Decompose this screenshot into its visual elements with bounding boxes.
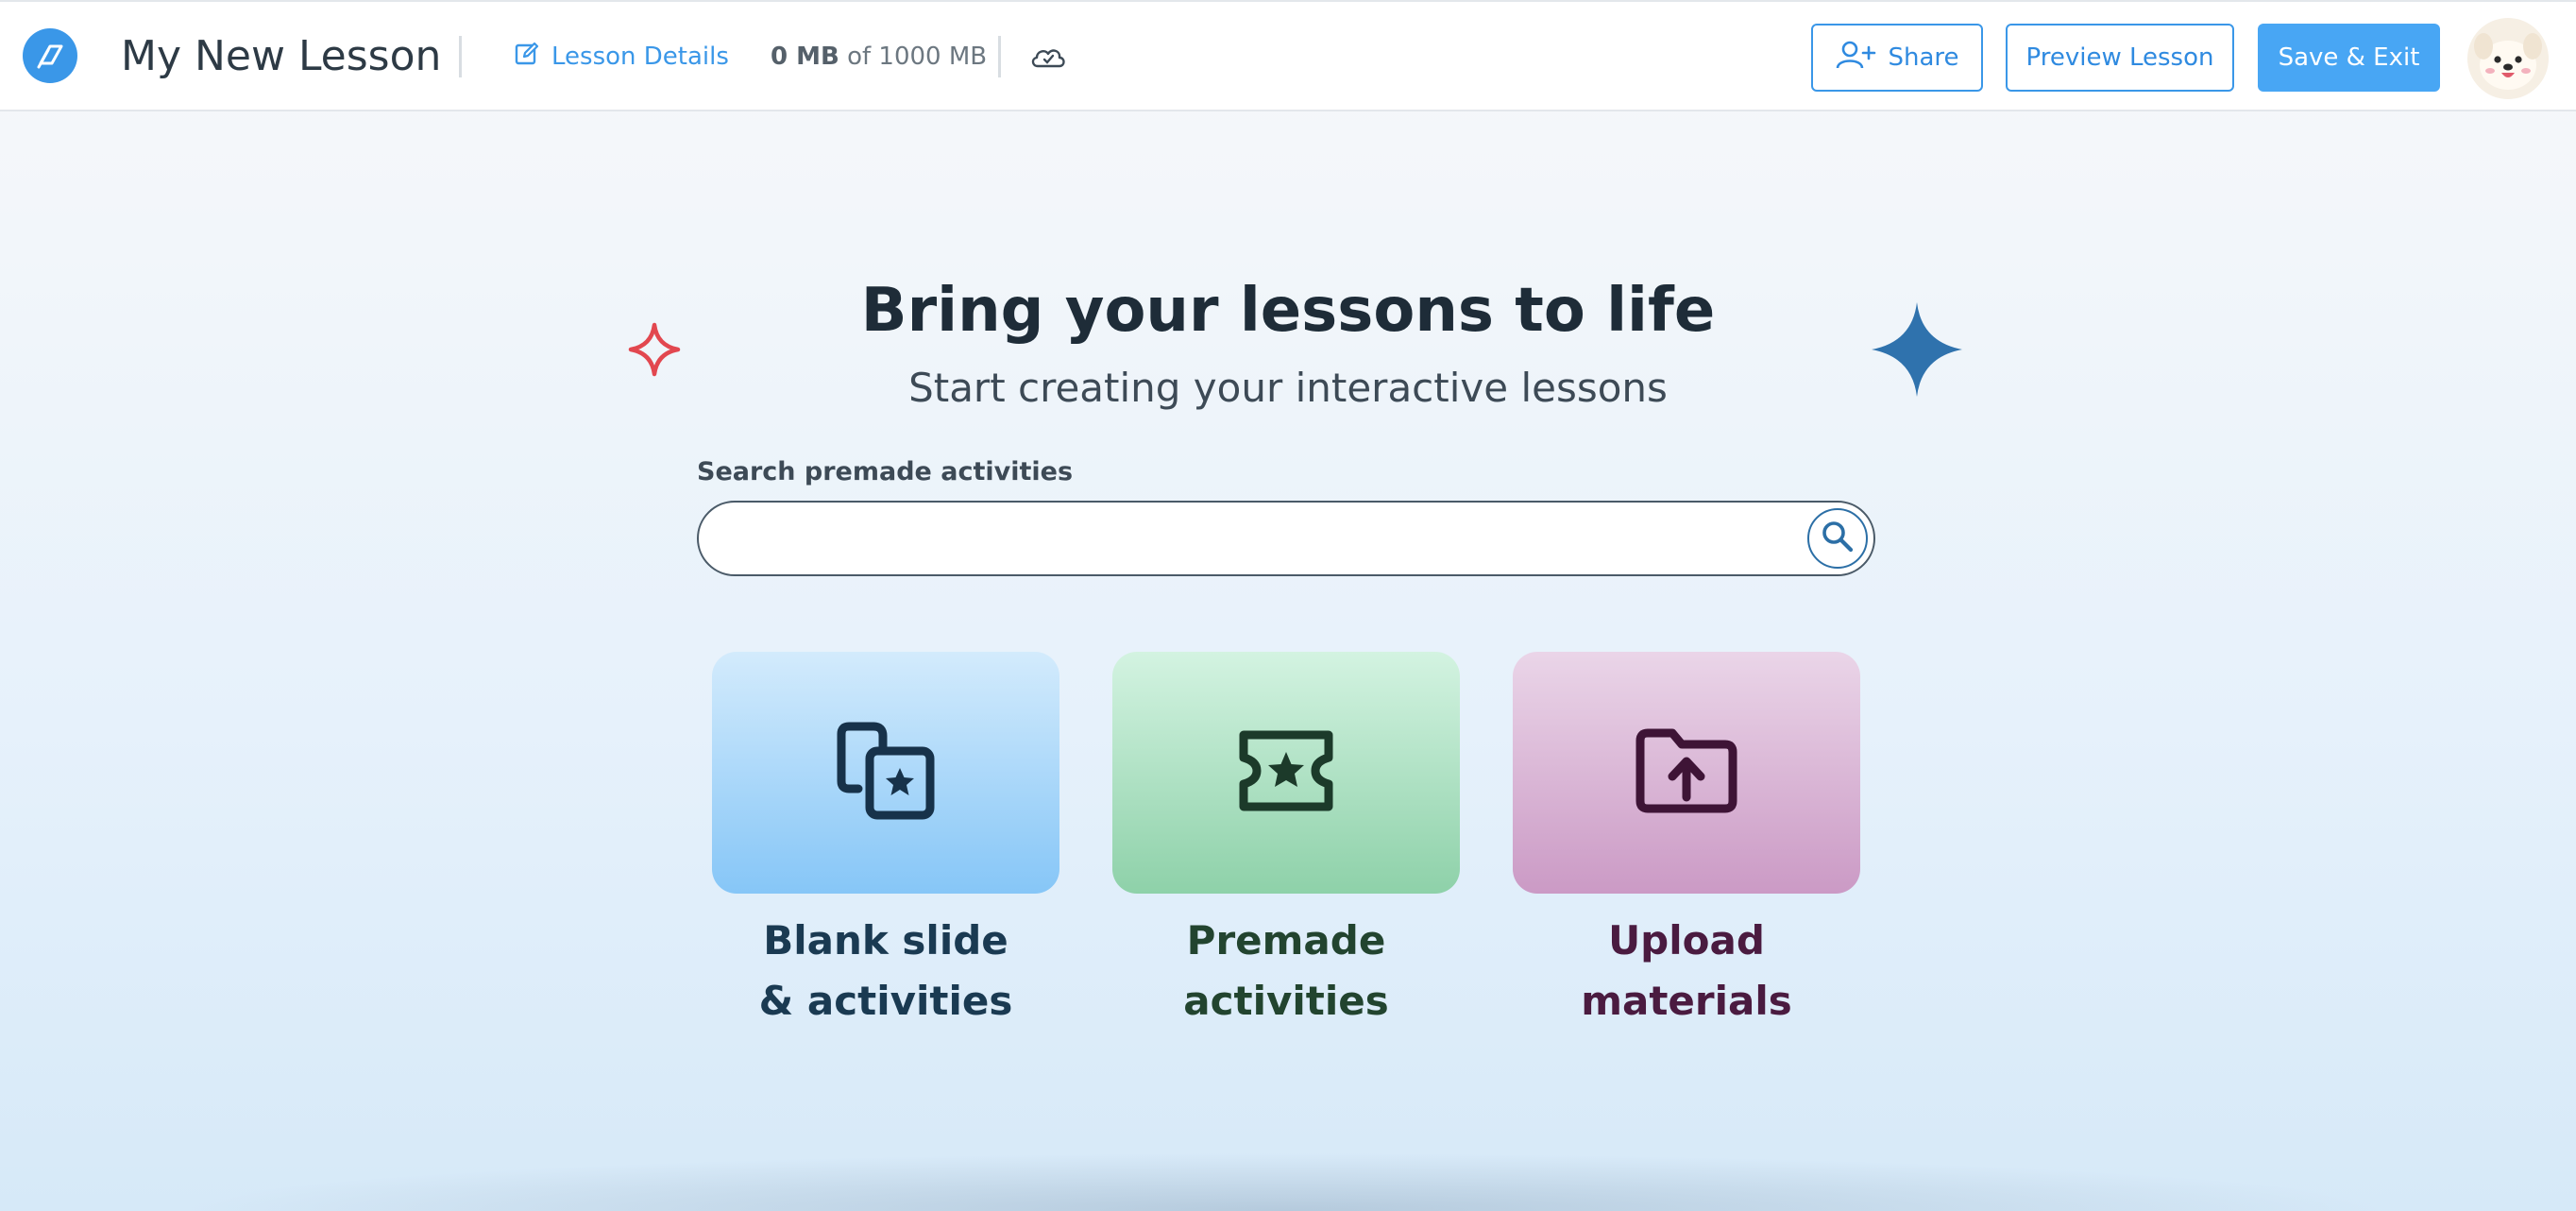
slides-star-icon (830, 715, 941, 830)
premade-activities-card[interactable]: Premade activities (1112, 652, 1460, 1032)
folder-upload-icon (1631, 724, 1742, 822)
blank-slide-label: Blank slide & activities (712, 911, 1059, 1032)
save-exit-button[interactable]: Save & Exit (2258, 24, 2440, 92)
lesson-details-label: Lesson Details (551, 43, 729, 71)
bottom-shadow (170, 1152, 2398, 1211)
ticket-star-icon (1230, 724, 1342, 822)
cloud-saved-icon (1029, 40, 1067, 74)
card-label-line: activities (1183, 978, 1389, 1024)
card-label-line: & activities (758, 978, 1013, 1024)
card-label-line: Blank slide (763, 917, 1008, 964)
edit-icon (514, 41, 540, 74)
card-label-line: materials (1581, 978, 1792, 1024)
user-avatar[interactable] (2467, 18, 2549, 99)
blank-slide-card[interactable]: Blank slide & activities (712, 652, 1059, 1032)
storage-used: 0 MB (771, 43, 839, 71)
upload-materials-label: Upload materials (1513, 911, 1860, 1032)
upload-materials-card[interactable]: Upload materials (1513, 652, 1860, 1032)
storage-total: of 1000 MB (847, 43, 988, 71)
hero-title: Bring your lessons to life (860, 276, 1716, 346)
premade-activities-label: Premade activities (1112, 911, 1460, 1032)
storage-indicator: 0 MB of 1000 MB (771, 36, 987, 77)
card-label-line: Premade (1186, 917, 1386, 964)
add-user-icon (1835, 40, 1876, 77)
share-label: Share (1888, 43, 1959, 72)
app-logo-icon[interactable] (23, 28, 77, 83)
lesson-details-link[interactable]: Lesson Details (514, 36, 729, 77)
search-input[interactable] (727, 512, 1766, 565)
divider (459, 36, 462, 77)
upload-materials-tile[interactable] (1513, 652, 1860, 894)
premade-activities-tile[interactable] (1112, 652, 1460, 894)
search-button[interactable] (1807, 508, 1868, 569)
divider (998, 36, 1001, 77)
lesson-title[interactable]: My New Lesson (121, 28, 441, 85)
hero-subtitle: Start creating your interactive lessons (908, 365, 1668, 411)
search-icon (1819, 518, 1856, 559)
share-button[interactable]: Share (1811, 24, 1983, 92)
top-bar: My New Lesson Lesson Details 0 MB of 100… (0, 0, 2576, 111)
card-label-line: Upload (1608, 917, 1765, 964)
search-box (697, 501, 1875, 576)
search-label: Search premade activities (697, 457, 1074, 486)
preview-lesson-button[interactable]: Preview Lesson (2006, 24, 2234, 92)
blank-slide-tile[interactable] (712, 652, 1059, 894)
